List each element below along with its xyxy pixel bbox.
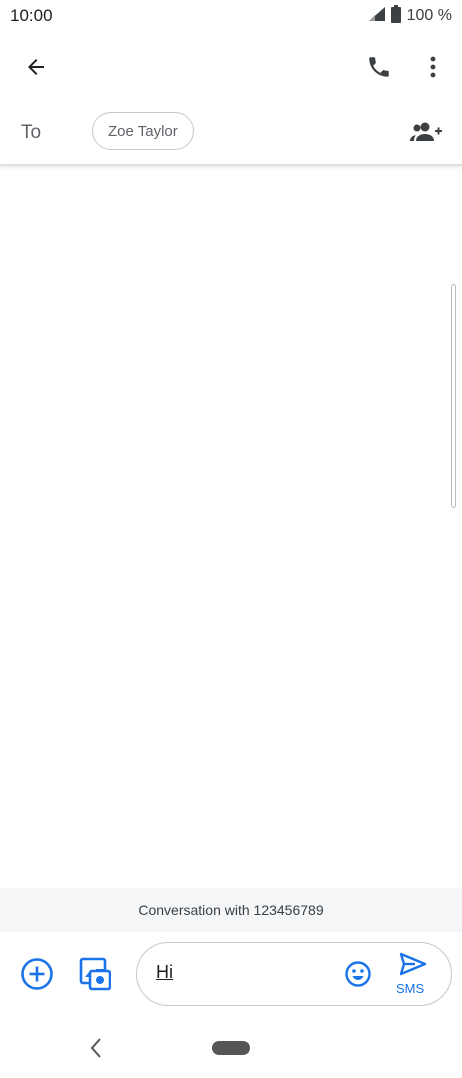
signal-icon — [368, 6, 385, 26]
recipient-chip[interactable]: Zoe Taylor — [92, 112, 194, 150]
sms-label: SMS — [396, 981, 425, 996]
gallery-icon[interactable] — [74, 954, 114, 994]
app-bar — [0, 34, 462, 100]
emoji-icon[interactable] — [338, 954, 378, 994]
home-pill[interactable] — [212, 1041, 250, 1055]
compose-row: Hi SMS — [0, 936, 462, 1012]
add-circle-icon[interactable] — [17, 954, 57, 994]
compose-box[interactable]: Hi SMS — [136, 942, 452, 1006]
send-icon[interactable] — [393, 944, 433, 984]
status-icons: 100 % — [368, 4, 452, 28]
battery-icon — [390, 4, 401, 28]
to-label: To — [21, 122, 42, 143]
back-arrow-icon[interactable] — [16, 47, 56, 87]
conversation-banner: Conversation with 123456789 — [0, 888, 462, 932]
more-vert-icon[interactable] — [413, 47, 453, 87]
status-bar: 10:00 100 % — [0, 0, 462, 34]
battery-percent: 100 % — [406, 7, 452, 24]
status-time: 10:00 — [10, 6, 53, 25]
recipient-row: To Zoe Taylor — [0, 100, 462, 166]
message-input[interactable]: Hi — [156, 962, 173, 983]
phone-icon[interactable] — [359, 47, 399, 87]
scrollbar[interactable] — [451, 284, 456, 508]
navigation-bar — [0, 1020, 462, 1078]
add-person-icon[interactable] — [406, 112, 446, 152]
nav-back-icon[interactable] — [76, 1028, 116, 1068]
